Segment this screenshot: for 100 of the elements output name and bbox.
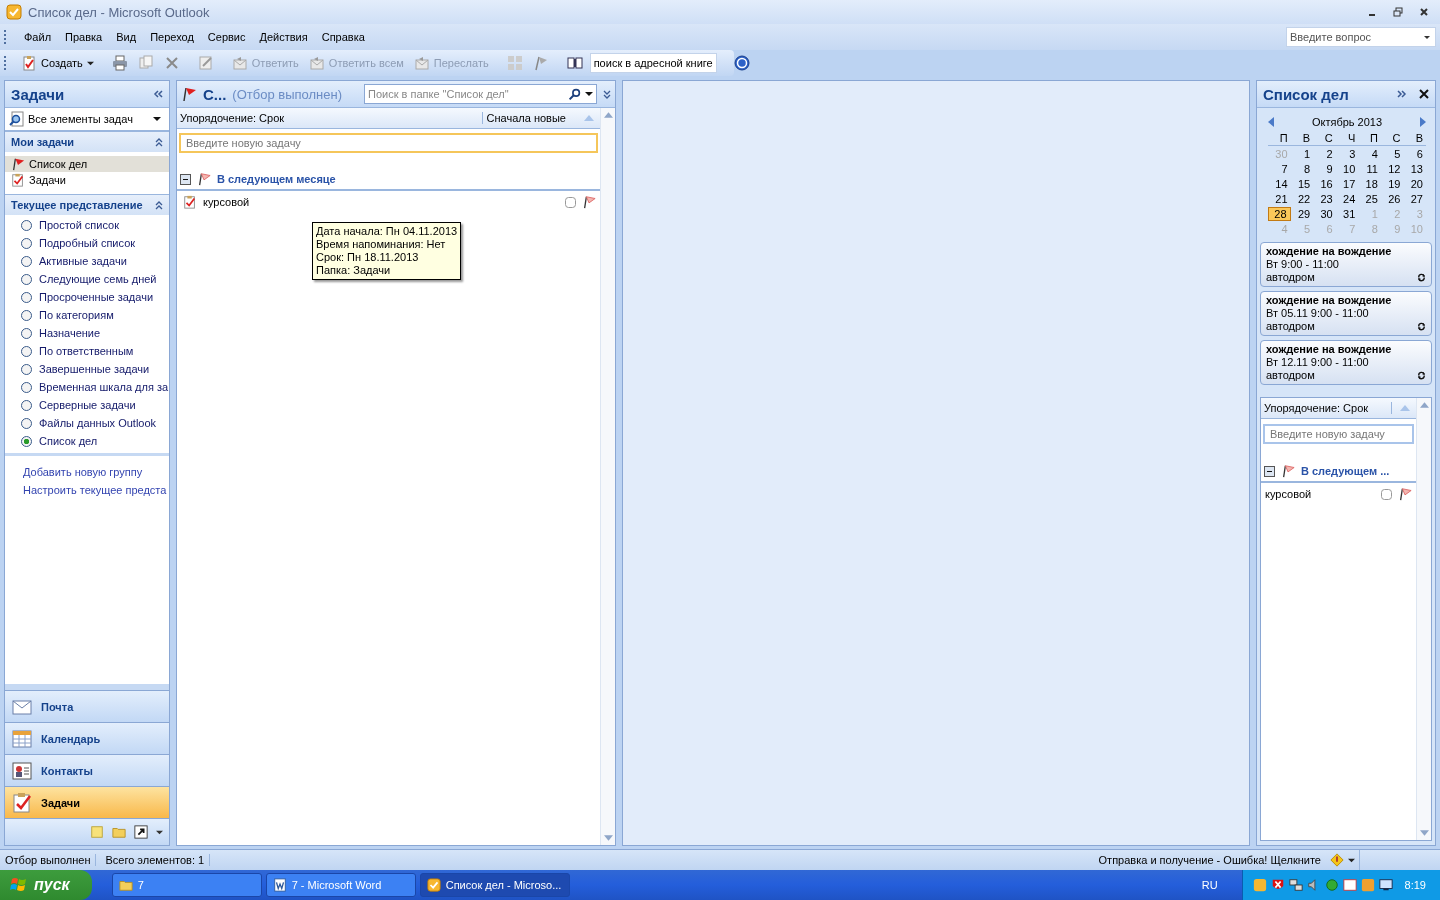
radio-button[interactable]	[21, 363, 32, 375]
splitter-handle[interactable]	[5, 684, 169, 691]
help-icon[interactable]	[733, 55, 750, 71]
calendar-day[interactable]: 25	[1358, 192, 1381, 205]
warning-icon[interactable]	[1330, 853, 1344, 867]
print-icon[interactable]	[111, 55, 128, 71]
network-icon[interactable]	[1288, 878, 1303, 892]
address-search-field[interactable]: поиск в адресной книге	[589, 53, 717, 73]
radio-button[interactable]	[21, 399, 32, 411]
restore-icon[interactable]	[1393, 7, 1403, 17]
calendar-day[interactable]: 19	[1380, 177, 1404, 190]
complete-checkbox[interactable]	[565, 196, 576, 208]
close-icon[interactable]	[1419, 89, 1429, 99]
navigation-button[interactable]: Задачи	[5, 787, 169, 819]
pane-link[interactable]: Добавить новую группу	[23, 466, 169, 478]
appointment-card[interactable]: хождение на вождение Вт 05.11 9:00 - 11:00 автодром	[1260, 291, 1432, 336]
view-option-label[interactable]: Простой список	[39, 219, 120, 231]
tray-app-icon[interactable]	[1342, 878, 1357, 892]
group-title[interactable]: В следующем месяце	[217, 173, 336, 185]
calendar-day[interactable]: 16	[1313, 177, 1336, 190]
calendar-day[interactable]: 28	[1268, 206, 1291, 221]
calendar-day[interactable]: 10	[1335, 162, 1359, 175]
radio-button[interactable]	[21, 273, 32, 285]
calendar-day[interactable]: 9	[1313, 162, 1336, 175]
calendar-day[interactable]: 1	[1290, 147, 1314, 160]
view-option-label[interactable]: Список дел	[39, 435, 98, 447]
delete-icon[interactable]	[163, 55, 180, 71]
radio-button[interactable]	[21, 345, 32, 357]
caret-icon[interactable]	[1423, 33, 1431, 41]
navigation-button[interactable]: Контакты	[5, 755, 169, 787]
folder-item[interactable]: Список дел	[5, 156, 169, 172]
complete-checkbox[interactable]	[1381, 488, 1392, 500]
caret-icon[interactable]	[156, 828, 163, 836]
previous-month-icon[interactable]	[1268, 117, 1274, 127]
collapse-toggle[interactable]	[1264, 465, 1275, 477]
calendar-day[interactable]: 14	[1268, 177, 1291, 190]
calendar-day[interactable]: 27	[1403, 192, 1426, 205]
view-option-label[interactable]: По ответственным	[39, 345, 134, 357]
calendar-day[interactable]: 15	[1290, 177, 1314, 190]
calendar-day[interactable]: 20	[1403, 177, 1426, 190]
radio-button[interactable]	[21, 219, 32, 231]
view-option-label[interactable]: Активные задачи	[39, 255, 127, 267]
view-option-label[interactable]: Серверные задачи	[39, 399, 136, 411]
task-subject[interactable]: курсовой	[1265, 488, 1375, 500]
search-icon[interactable]	[568, 87, 581, 101]
calendar-day[interactable]: 22	[1290, 192, 1314, 205]
status-text[interactable]: Отправка и получение - Ошибка! Щелкните	[1093, 854, 1326, 866]
folder-item[interactable]: Задачи	[5, 172, 169, 188]
arrange-by-header[interactable]: Упорядочение: Срок	[177, 112, 482, 124]
calendar-day[interactable]: 7	[1268, 162, 1291, 175]
view-option-label[interactable]: По категориям	[39, 309, 114, 321]
start-button[interactable]: пуск	[0, 870, 92, 900]
flag-icon[interactable]	[1398, 487, 1412, 501]
radio-button[interactable]	[21, 309, 32, 321]
language-indicator[interactable]: RU	[1181, 879, 1238, 891]
radio-button[interactable]	[21, 417, 32, 429]
group-title[interactable]: В следующем ...	[1301, 465, 1390, 477]
appointment-card[interactable]: хождение на вождение Вт 9:00 - 11:00 автодром	[1260, 242, 1432, 287]
calendar-day[interactable]: 29	[1290, 207, 1314, 220]
view-option-label[interactable]: Временная шкала для за	[39, 381, 169, 393]
menu-item[interactable]: Файл	[17, 31, 59, 43]
address-book-icon[interactable]	[566, 55, 583, 71]
calendar-day[interactable]: 31	[1335, 207, 1359, 220]
calendar-day[interactable]: 18	[1358, 177, 1381, 190]
caret-icon[interactable]	[1348, 856, 1355, 864]
help-search-box[interactable]: Введите вопрос	[1286, 27, 1436, 47]
caret-icon[interactable]	[585, 90, 593, 98]
taskbar-window-button[interactable]: 7 - Microsoft Word	[265, 873, 416, 897]
expand-icon[interactable]	[603, 89, 611, 99]
view-option-label[interactable]: Назначение	[39, 327, 101, 339]
calendar-day[interactable]: 8	[1290, 162, 1314, 175]
calendar-day[interactable]: 23	[1313, 192, 1336, 205]
close-icon[interactable]	[1419, 7, 1429, 17]
sort-order-header[interactable]: Сначала новые	[481, 112, 570, 124]
menu-item[interactable]: Действия	[252, 31, 315, 43]
radio-button[interactable]	[21, 381, 32, 393]
calendar-day[interactable]: 4	[1358, 147, 1381, 160]
next-month-icon[interactable]	[1420, 117, 1426, 127]
navigation-button[interactable]: Почта	[5, 691, 169, 723]
taskbar-window-button[interactable]: Список дел - Microso...	[419, 873, 570, 897]
menu-item[interactable]: Справка	[314, 31, 372, 43]
shortcut-icon[interactable]	[134, 825, 148, 839]
new-button[interactable]: Создать	[18, 53, 97, 73]
task-subject[interactable]: курсовой	[203, 196, 559, 208]
calendar-day[interactable]: 24	[1335, 192, 1359, 205]
calendar-day[interactable]: 2	[1313, 147, 1336, 160]
radio-button[interactable]	[21, 327, 32, 339]
radio-button[interactable]	[21, 291, 32, 303]
collapse-icon[interactable]	[155, 137, 163, 147]
collapse-icon[interactable]	[155, 200, 163, 210]
menu-item[interactable]: Сервис	[200, 31, 253, 43]
radio-button[interactable]	[21, 435, 32, 447]
calendar-day[interactable]: 12	[1380, 162, 1404, 175]
calendar-day[interactable]: 3	[1335, 147, 1359, 160]
menu-item[interactable]: Правка	[58, 31, 110, 43]
expand-icon[interactable]	[1397, 90, 1407, 98]
calendar-day[interactable]: 17	[1335, 177, 1359, 190]
search-box[interactable]: Поиск в папке "Список дел"	[364, 84, 597, 104]
view-option-label[interactable]: Подробный список	[39, 237, 136, 249]
calendar-day[interactable]: 30	[1313, 207, 1336, 220]
